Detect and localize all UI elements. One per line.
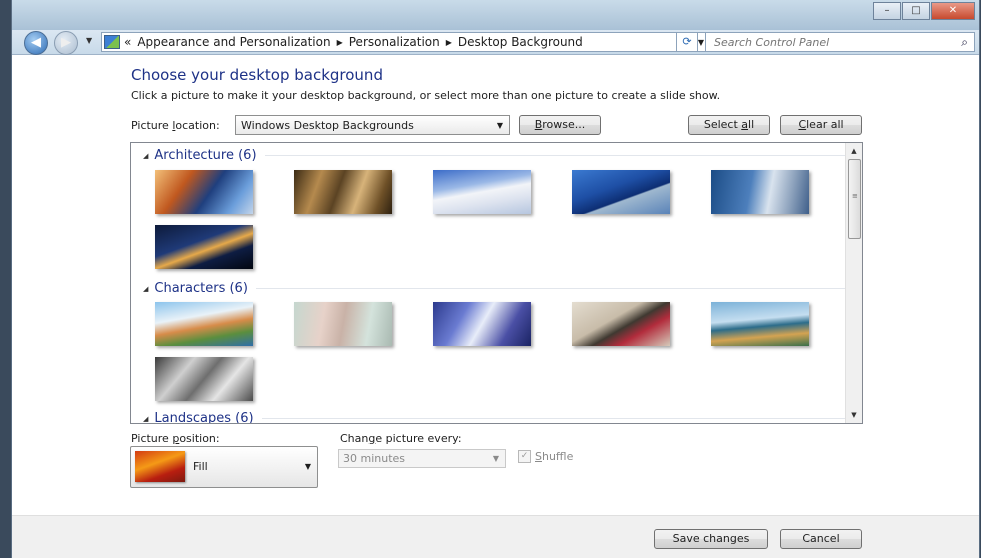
chevron-down-icon: ▼ [304,462,311,471]
save-changes-button[interactable]: Save changes [654,529,768,549]
control-panel-icon [104,35,120,49]
wallpaper-thumbnail[interactable] [155,225,253,269]
browse-button[interactable]: Browse... [519,115,601,135]
cancel-button[interactable]: Cancel [780,529,862,549]
close-button[interactable]: ✕ [931,2,975,20]
wallpaper-thumbnail[interactable] [155,357,253,401]
picture-location-select[interactable]: Windows Desktop Backgrounds ▼ [235,115,510,135]
picture-gallery: ◢ Architecture (6) ◢ Characters (6) ◢ La… [130,142,863,424]
shuffle-label: Shuffle [535,450,574,463]
group-divider [261,418,848,419]
wallpaper-thumbnail[interactable] [433,302,531,346]
dialog-footer: Save changes Cancel [12,515,979,558]
wallpaper-thumbnail[interactable] [433,170,531,214]
breadcrumb-desktop-background[interactable]: Desktop Background [458,35,583,49]
picture-position-select[interactable]: Fill ▼ [130,446,318,488]
recent-pages-dropdown[interactable]: ▼ [86,36,92,45]
chevron-down-icon: ▼ [492,454,499,463]
navigation-bar: ◀ ▶ ▼ « Appearance and Personalization ▶… [12,30,979,55]
breadcrumb-separator-icon[interactable]: ▶ [337,38,343,47]
address-bar[interactable]: « Appearance and Personalization ▶ Perso… [101,32,711,52]
back-button[interactable]: ◀ [24,31,48,55]
title-bar[interactable]: – □ ✕ [12,0,979,30]
chevron-down-icon: ▼ [496,120,503,130]
wallpaper-thumbnail[interactable] [711,170,809,214]
wallpaper-thumbnail[interactable] [294,170,392,214]
group-header-characters[interactable]: ◢ Characters (6) [143,281,848,296]
wallpaper-thumbnail[interactable] [294,302,392,346]
page-description: Click a picture to make it your desktop … [131,89,721,102]
picture-position-label: Picture position: [131,432,220,445]
change-interval-value: 30 minutes [343,452,406,465]
picture-location-label: Picture location: [131,119,220,132]
group-header-architecture[interactable]: ◢ Architecture (6) [143,148,848,163]
breadcrumb-separator-icon[interactable]: ▶ [446,38,452,47]
scroll-up-icon[interactable]: ▲ [846,143,862,159]
picture-position-value: Fill [193,460,208,473]
group-label: Architecture (6) [154,148,257,163]
refresh-button[interactable]: ⟳ [676,32,698,52]
maximize-button[interactable]: □ [902,2,930,20]
wallpaper-thumbnail[interactable] [572,170,670,214]
breadcrumb-appearance[interactable]: Appearance and Personalization [137,35,330,49]
minimize-button[interactable]: – [873,2,901,20]
group-label: Characters (6) [154,281,248,296]
collapse-triangle-icon[interactable]: ◢ [143,415,148,423]
grip-icon: ≡ [852,192,858,200]
wallpaper-thumbnail[interactable] [711,302,809,346]
main-content: Choose your desktop background Click a p… [12,55,979,516]
group-header-landscapes[interactable]: ◢ Landscapes (6) [143,411,848,424]
group-label: Landscapes (6) [154,411,254,424]
wallpaper-thumbnail[interactable] [155,170,253,214]
search-box[interactable]: ⌕ [705,32,975,52]
clear-all-button[interactable]: Clear all [780,115,862,135]
picture-location-value: Windows Desktop Backgrounds [241,118,414,132]
change-interval-label: Change picture every: [340,432,462,445]
shuffle-checkbox[interactable]: ✓ Shuffle [518,450,573,463]
breadcrumb-personalization[interactable]: Personalization [349,35,440,49]
position-preview-image [135,451,185,482]
address-overflow-chevron[interactable]: « [124,35,131,49]
scrollbar-thumb[interactable]: ≡ [848,159,861,239]
wallpaper-thumbnail[interactable] [572,302,670,346]
gallery-scrollbar[interactable]: ▲ ≡ ▼ [845,143,862,423]
window-controls: – □ ✕ [872,2,975,20]
select-all-button[interactable]: Select all [688,115,770,135]
control-panel-window: – □ ✕ ◀ ▶ ▼ « Appearance and Personaliza… [12,0,979,558]
search-icon[interactable]: ⌕ [961,35,968,50]
collapse-triangle-icon[interactable]: ◢ [143,285,148,293]
wallpaper-thumbnail[interactable] [155,302,253,346]
group-divider [255,288,848,289]
search-input[interactable] [706,34,952,50]
scroll-down-icon[interactable]: ▼ [846,407,862,423]
change-interval-select[interactable]: 30 minutes ▼ [338,449,506,468]
checkbox-check-icon[interactable]: ✓ [518,450,531,463]
collapse-triangle-icon[interactable]: ◢ [143,152,148,160]
forward-button[interactable]: ▶ [54,31,78,55]
group-divider [264,155,848,156]
page-title: Choose your desktop background [131,66,383,84]
